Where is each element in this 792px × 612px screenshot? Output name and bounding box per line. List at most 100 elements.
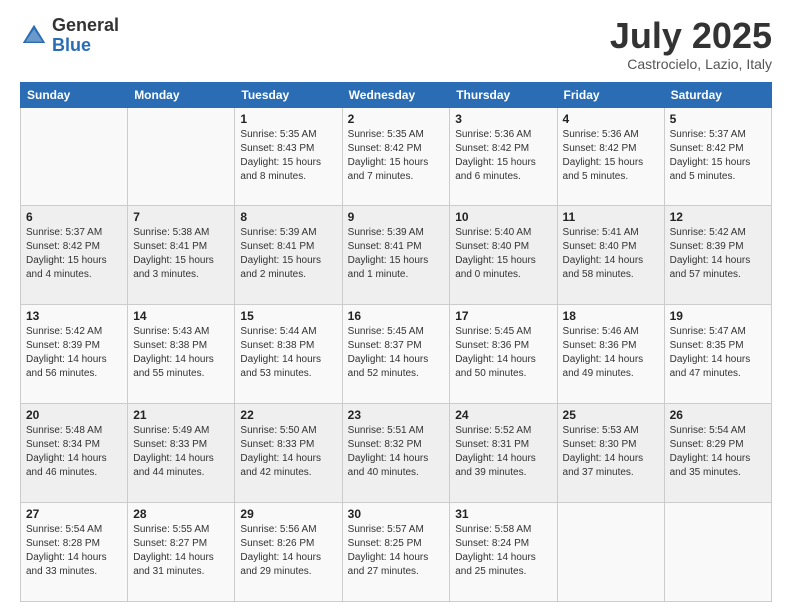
- calendar-cell: 6 Sunrise: 5:37 AM Sunset: 8:42 PM Daylig…: [21, 206, 128, 305]
- calendar-cell: 22Sunrise: 5:50 AM Sunset: 8:33 PM Dayli…: [235, 404, 342, 503]
- calendar-cell: 1 Sunrise: 5:35 AM Sunset: 8:43 PM Daylig…: [235, 107, 342, 206]
- day-number: 16: [348, 309, 445, 323]
- day-info: Sunrise: 5:42 AM Sunset: 8:39 PM Dayligh…: [670, 226, 766, 282]
- weekday-header-saturday: Saturday: [664, 82, 771, 107]
- day-info: Sunrise: 5:57 AM Sunset: 8:25 PM Dayligh…: [348, 523, 445, 579]
- day-number: 2: [348, 112, 445, 126]
- calendar-cell: 12Sunrise: 5:42 AM Sunset: 8:39 PM Dayli…: [664, 206, 771, 305]
- day-number: 14: [133, 309, 229, 323]
- calendar-cell: 21Sunrise: 5:49 AM Sunset: 8:33 PM Dayli…: [128, 404, 235, 503]
- header: General Blue July 2025 Castrocielo, Lazi…: [20, 16, 772, 72]
- logo-icon: [20, 22, 48, 50]
- day-number: 15: [240, 309, 336, 323]
- calendar-cell: 24 Sunrise: 5:52 AM Sunset: 8:31 PM Dayli…: [450, 404, 557, 503]
- day-info: Sunrise: 5:37 AM Sunset: 8:42 PM Dayligh…: [670, 128, 766, 184]
- day-number: 6: [26, 210, 122, 224]
- calendar-cell: 3 Sunrise: 5:36 AM Sunset: 8:42 PM Daylig…: [450, 107, 557, 206]
- day-number: 1: [240, 112, 336, 126]
- day-info: Sunrise: 5:35 AM Sunset: 8:42 PM Dayligh…: [348, 128, 445, 184]
- day-info: Sunrise: 5:45 AM Sunset: 8:37 PM Dayligh…: [348, 325, 445, 381]
- weekday-header-monday: Monday: [128, 82, 235, 107]
- day-number: 11: [563, 210, 659, 224]
- day-info: Sunrise: 5:58 AM Sunset: 8:24 PM Dayligh…: [455, 523, 551, 579]
- calendar-cell: 18Sunrise: 5:46 AM Sunset: 8:36 PM Dayli…: [557, 305, 664, 404]
- day-number: 24: [455, 408, 551, 422]
- calendar-cell: 15 Sunrise: 5:44 AM Sunset: 8:38 PM Dayli…: [235, 305, 342, 404]
- day-info: Sunrise: 5:41 AM Sunset: 8:40 PM Dayligh…: [563, 226, 659, 282]
- day-number: 4: [563, 112, 659, 126]
- day-number: 22: [240, 408, 336, 422]
- calendar-cell: 9 Sunrise: 5:39 AM Sunset: 8:41 PM Daylig…: [342, 206, 450, 305]
- calendar-cell: 5 Sunrise: 5:37 AM Sunset: 8:42 PM Daylig…: [664, 107, 771, 206]
- day-info: Sunrise: 5:46 AM Sunset: 8:36 PM Dayligh…: [563, 325, 659, 381]
- day-info: Sunrise: 5:54 AM Sunset: 8:28 PM Dayligh…: [26, 523, 122, 579]
- day-info: Sunrise: 5:39 AM Sunset: 8:41 PM Dayligh…: [240, 226, 336, 282]
- day-info: Sunrise: 5:52 AM Sunset: 8:31 PM Dayligh…: [455, 424, 551, 480]
- calendar-cell: [664, 503, 771, 602]
- calendar-cell: 17Sunrise: 5:45 AM Sunset: 8:36 PM Dayli…: [450, 305, 557, 404]
- day-number: 10: [455, 210, 551, 224]
- calendar-cell: [128, 107, 235, 206]
- month-title: July 2025: [610, 16, 772, 56]
- calendar-cell: 23Sunrise: 5:51 AM Sunset: 8:32 PM Dayli…: [342, 404, 450, 503]
- day-number: 25: [563, 408, 659, 422]
- calendar-cell: 7 Sunrise: 5:38 AM Sunset: 8:41 PM Daylig…: [128, 206, 235, 305]
- day-info: Sunrise: 5:44 AM Sunset: 8:38 PM Dayligh…: [240, 325, 336, 381]
- logo-text: General Blue: [52, 16, 119, 56]
- day-info: Sunrise: 5:38 AM Sunset: 8:41 PM Dayligh…: [133, 226, 229, 282]
- day-number: 13: [26, 309, 122, 323]
- calendar-cell: [557, 503, 664, 602]
- week-row-3: 13Sunrise: 5:42 AM Sunset: 8:39 PM Dayli…: [21, 305, 772, 404]
- calendar-cell: 27 Sunrise: 5:54 AM Sunset: 8:28 PM Dayli…: [21, 503, 128, 602]
- day-info: Sunrise: 5:35 AM Sunset: 8:43 PM Dayligh…: [240, 128, 336, 184]
- weekday-header-sunday: Sunday: [21, 82, 128, 107]
- day-number: 30: [348, 507, 445, 521]
- day-info: Sunrise: 5:55 AM Sunset: 8:27 PM Dayligh…: [133, 523, 229, 579]
- week-row-2: 6 Sunrise: 5:37 AM Sunset: 8:42 PM Daylig…: [21, 206, 772, 305]
- title-section: July 2025 Castrocielo, Lazio, Italy: [610, 16, 772, 72]
- page: General Blue July 2025 Castrocielo, Lazi…: [0, 0, 792, 612]
- calendar-cell: 2 Sunrise: 5:35 AM Sunset: 8:42 PM Daylig…: [342, 107, 450, 206]
- day-number: 28: [133, 507, 229, 521]
- weekday-header-thursday: Thursday: [450, 82, 557, 107]
- weekday-header-tuesday: Tuesday: [235, 82, 342, 107]
- location: Castrocielo, Lazio, Italy: [610, 56, 772, 72]
- week-row-4: 20Sunrise: 5:48 AM Sunset: 8:34 PM Dayli…: [21, 404, 772, 503]
- weekday-header-row: SundayMondayTuesdayWednesdayThursdayFrid…: [21, 82, 772, 107]
- day-number: 31: [455, 507, 551, 521]
- day-number: 23: [348, 408, 445, 422]
- week-row-5: 27 Sunrise: 5:54 AM Sunset: 8:28 PM Dayli…: [21, 503, 772, 602]
- day-info: Sunrise: 5:39 AM Sunset: 8:41 PM Dayligh…: [348, 226, 445, 282]
- day-number: 27: [26, 507, 122, 521]
- logo-general: General: [52, 16, 119, 36]
- calendar-cell: 19Sunrise: 5:47 AM Sunset: 8:35 PM Dayli…: [664, 305, 771, 404]
- calendar-cell: 4 Sunrise: 5:36 AM Sunset: 8:42 PM Daylig…: [557, 107, 664, 206]
- day-number: 26: [670, 408, 766, 422]
- weekday-header-friday: Friday: [557, 82, 664, 107]
- logo-blue: Blue: [52, 36, 119, 56]
- calendar-cell: 31 Sunrise: 5:58 AM Sunset: 8:24 PM Dayli…: [450, 503, 557, 602]
- day-info: Sunrise: 5:45 AM Sunset: 8:36 PM Dayligh…: [455, 325, 551, 381]
- calendar-cell: 29Sunrise: 5:56 AM Sunset: 8:26 PM Dayli…: [235, 503, 342, 602]
- calendar-cell: 8Sunrise: 5:39 AM Sunset: 8:41 PM Daylig…: [235, 206, 342, 305]
- calendar-cell: [21, 107, 128, 206]
- day-number: 19: [670, 309, 766, 323]
- day-info: Sunrise: 5:54 AM Sunset: 8:29 PM Dayligh…: [670, 424, 766, 480]
- calendar-cell: 20Sunrise: 5:48 AM Sunset: 8:34 PM Dayli…: [21, 404, 128, 503]
- calendar-cell: 26 Sunrise: 5:54 AM Sunset: 8:29 PM Dayli…: [664, 404, 771, 503]
- day-info: Sunrise: 5:36 AM Sunset: 8:42 PM Dayligh…: [563, 128, 659, 184]
- calendar-cell: 28 Sunrise: 5:55 AM Sunset: 8:27 PM Dayli…: [128, 503, 235, 602]
- calendar-cell: 25Sunrise: 5:53 AM Sunset: 8:30 PM Dayli…: [557, 404, 664, 503]
- day-number: 9: [348, 210, 445, 224]
- calendar-cell: 30 Sunrise: 5:57 AM Sunset: 8:25 PM Dayli…: [342, 503, 450, 602]
- calendar: SundayMondayTuesdayWednesdayThursdayFrid…: [20, 82, 772, 602]
- weekday-header-wednesday: Wednesday: [342, 82, 450, 107]
- day-info: Sunrise: 5:37 AM Sunset: 8:42 PM Dayligh…: [26, 226, 122, 282]
- calendar-cell: 10Sunrise: 5:40 AM Sunset: 8:40 PM Dayli…: [450, 206, 557, 305]
- day-number: 3: [455, 112, 551, 126]
- day-number: 7: [133, 210, 229, 224]
- logo: General Blue: [20, 16, 119, 56]
- day-info: Sunrise: 5:36 AM Sunset: 8:42 PM Dayligh…: [455, 128, 551, 184]
- day-number: 5: [670, 112, 766, 126]
- day-number: 21: [133, 408, 229, 422]
